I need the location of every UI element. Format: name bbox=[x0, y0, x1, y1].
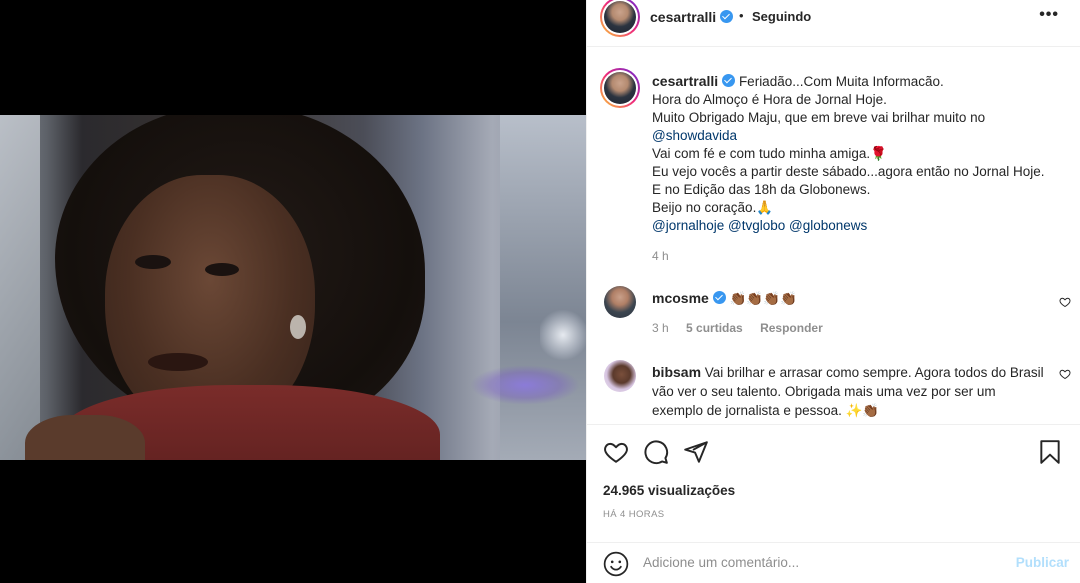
comment-text: Vai brilhar e arrasar como sempre. Agora… bbox=[652, 365, 1044, 418]
caption-line: Muito Obrigado Maju, que em breve vai br… bbox=[652, 110, 986, 125]
caption-line: Beijo no coração.🙏 bbox=[652, 200, 774, 215]
caption-line: Eu vejo vocês a partir deste sábado...ag… bbox=[652, 164, 1045, 179]
comment-input[interactable] bbox=[643, 555, 1003, 570]
more-options-icon[interactable]: ••• bbox=[1039, 6, 1059, 24]
author-username[interactable]: cesartralli bbox=[650, 9, 716, 25]
comment-meta: 3 h 5 curtidas Responder bbox=[652, 321, 837, 335]
comment-text: 👏🏾👏🏾👏🏾👏🏾 bbox=[729, 291, 797, 306]
heart-icon[interactable] bbox=[603, 439, 629, 465]
hashtag-link[interactable]: @jornalhoje bbox=[652, 218, 724, 233]
hashtag-link[interactable]: @globonews bbox=[789, 218, 867, 233]
caption-line: Hora do Almoço é Hora de Jornal Hoje. bbox=[652, 92, 887, 107]
comment-likes[interactable]: 5 curtidas bbox=[686, 321, 743, 335]
verified-badge-icon bbox=[712, 291, 726, 304]
verified-badge-icon bbox=[720, 10, 734, 23]
post-details-pane: cesartralli • Seguindo ••• cesartralli F… bbox=[586, 0, 1080, 583]
instagram-post: cesartralli • Seguindo ••• cesartralli F… bbox=[0, 0, 1080, 583]
comment-like-heart-icon[interactable] bbox=[1059, 296, 1071, 308]
bookmark-icon[interactable] bbox=[1037, 439, 1063, 465]
video-pane bbox=[0, 0, 586, 583]
commenter-username[interactable]: bibsam bbox=[652, 364, 701, 380]
follow-status-button[interactable]: Seguindo bbox=[752, 9, 811, 24]
caption-timestamp[interactable]: 4 h bbox=[652, 249, 669, 263]
commenter-avatar[interactable] bbox=[604, 286, 636, 318]
commenter-avatar[interactable] bbox=[604, 360, 636, 392]
view-count[interactable]: 24.965 visualizações bbox=[603, 483, 735, 498]
separator-dot: • bbox=[739, 8, 744, 23]
comment-icon[interactable] bbox=[643, 439, 669, 465]
comment-timestamp[interactable]: 3 h bbox=[652, 321, 669, 335]
caption-line: Feriadão...Com Muita Informacão. bbox=[738, 74, 944, 89]
hashtag-link[interactable]: @tvglobo bbox=[728, 218, 785, 233]
post-age[interactable]: HÁ 4 HORAS bbox=[603, 509, 665, 520]
post-caption: cesartralli Feriadão...Com Muita Informa… bbox=[652, 72, 1062, 235]
smiley-icon[interactable] bbox=[603, 551, 629, 577]
caption-line: E no Edição das 18h da Globonews. bbox=[652, 182, 871, 197]
share-icon[interactable] bbox=[683, 439, 709, 465]
publish-button[interactable]: Publicar bbox=[1016, 555, 1069, 570]
add-comment-bar: Publicar bbox=[587, 542, 1080, 583]
mention-link[interactable]: @showdavida bbox=[652, 128, 737, 143]
author-avatar[interactable] bbox=[600, 0, 640, 37]
post-header: cesartralli • Seguindo ••• bbox=[587, 0, 1080, 47]
caption-line: Vai com fé e com tudo minha amiga.🌹 bbox=[652, 146, 887, 161]
caption-author-avatar[interactable] bbox=[600, 68, 640, 108]
commenter-username[interactable]: mcosme bbox=[652, 290, 709, 306]
caption-username[interactable]: cesartralli bbox=[652, 73, 718, 89]
author-username-row[interactable]: cesartralli bbox=[650, 9, 734, 25]
verified-badge-icon bbox=[722, 74, 736, 87]
video-player[interactable] bbox=[0, 115, 586, 460]
reply-button[interactable]: Responder bbox=[760, 321, 823, 335]
comment-like-heart-icon[interactable] bbox=[1059, 368, 1071, 380]
